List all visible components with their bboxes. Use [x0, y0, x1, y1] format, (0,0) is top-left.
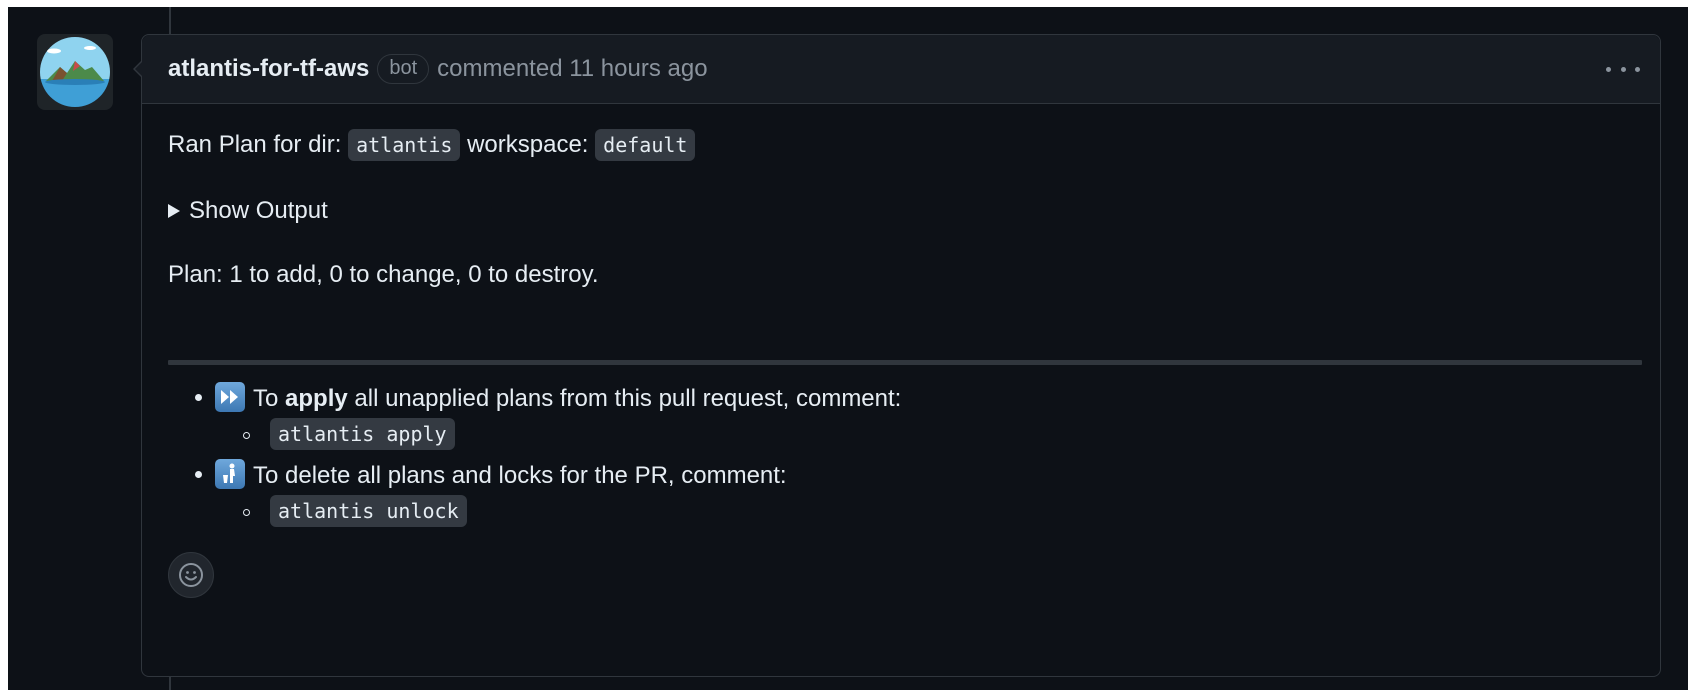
show-output-summary[interactable]: Show Output	[168, 197, 328, 225]
kebab-dot-icon	[1620, 66, 1626, 72]
sublist-bullet	[243, 432, 250, 439]
list-bullet	[195, 471, 202, 478]
horizontal-rule	[168, 360, 1642, 365]
list-bullet	[195, 394, 202, 401]
list-item-unlock: To delete all plans and locks for the PR…	[215, 459, 787, 490]
apply-command-code: atlantis apply	[270, 418, 455, 450]
author-avatar[interactable]	[37, 34, 113, 110]
put-litter-in-its-place-icon	[215, 459, 245, 489]
workspace-code: default	[595, 129, 696, 161]
ran-plan-prefix: Ran Plan for dir:	[168, 131, 342, 158]
list-item-unlock-command: atlantis unlock	[270, 495, 467, 527]
unlock-command-code: atlantis unlock	[270, 495, 467, 527]
smiley-icon	[179, 563, 203, 587]
workspace-label: workspace:	[467, 131, 589, 158]
fast-forward-icon	[215, 382, 245, 412]
island-avatar-icon	[40, 37, 110, 107]
list-item-apply: To apply all unapplied plans from this p…	[215, 382, 901, 413]
disclosure-triangle-icon	[168, 204, 180, 218]
comment-timestamp[interactable]: commented 11 hours ago	[437, 55, 707, 83]
kebab-dot-icon	[1635, 66, 1640, 72]
more-options-button[interactable]	[1606, 57, 1640, 81]
bot-badge: bot	[377, 54, 430, 84]
sublist-bullet	[243, 509, 250, 516]
dir-code: atlantis	[348, 129, 461, 161]
kebab-dot-icon	[1606, 66, 1611, 72]
unlock-text: To delete all plans and locks for the PR…	[253, 462, 787, 489]
comment-box: atlantis-for-tf-aws bot commented 11 hou…	[133, 34, 1661, 677]
comment-header: atlantis-for-tf-aws bot commented 11 hou…	[133, 35, 1660, 104]
plan-summary: Plan: 1 to add, 0 to change, 0 to destro…	[168, 261, 599, 288]
ran-plan-line: Ran Plan for dir: atlantis workspace: de…	[168, 129, 696, 161]
apply-suffix: all unapplied plans from this pull reque…	[354, 385, 902, 412]
add-reaction-button[interactable]	[168, 552, 214, 598]
apply-prefix: To	[253, 385, 279, 412]
list-item-apply-command: atlantis apply	[270, 418, 455, 450]
timeline-frame: atlantis-for-tf-aws bot commented 11 hou…	[8, 7, 1688, 690]
apply-bold: apply	[285, 385, 348, 412]
author-link[interactable]: atlantis-for-tf-aws	[168, 55, 369, 83]
show-output-label: Show Output	[189, 197, 328, 224]
